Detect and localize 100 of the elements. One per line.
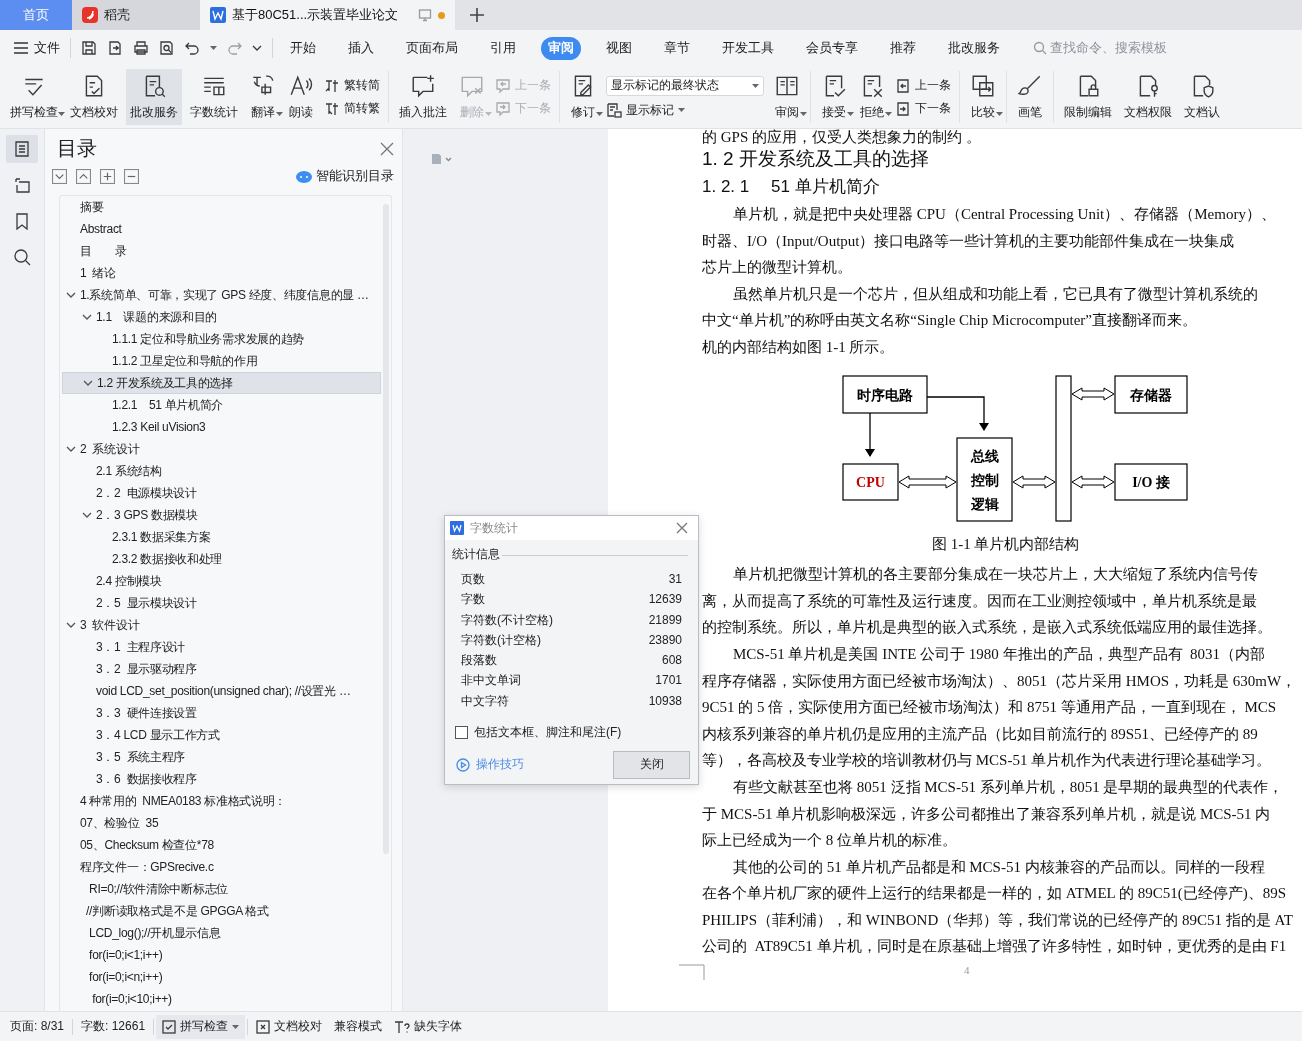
outline-item[interactable]: 1.1 课题的来源和目的 xyxy=(62,306,381,328)
ribbon-tab[interactable]: 章节 xyxy=(657,36,697,60)
plus-icon[interactable] xyxy=(100,169,115,184)
ribbon-button[interactable]: 文档认 xyxy=(1180,69,1224,125)
checkbox[interactable] xyxy=(455,725,468,739)
ribbon-tab[interactable]: 会员专享 xyxy=(799,36,865,60)
outline-item[interactable]: 3．6 数据接收程序 xyxy=(62,768,381,790)
outline-item[interactable]: 4 种常用的 NMEA0183 标准格式说明： xyxy=(62,790,381,812)
status-button[interactable]: 文档校对 xyxy=(250,1014,329,1039)
outline-item[interactable]: 2.3.1 数据采集方案 xyxy=(62,526,381,548)
monitor-icon[interactable] xyxy=(418,8,432,22)
outline-item[interactable]: for(i=0;i<1;i++) xyxy=(62,944,381,966)
caret-icon[interactable] xyxy=(58,112,65,116)
ribbon-button[interactable]: 字数统计 xyxy=(186,69,242,125)
outline-item[interactable]: 2．2 电源模块设计 xyxy=(62,482,381,504)
ribbon-button[interactable]: 拼写检查 xyxy=(6,69,62,125)
search-field[interactable]: 查找命令、搜索模板 xyxy=(1033,41,1200,55)
caret-icon[interactable] xyxy=(800,112,807,116)
caret-icon[interactable] xyxy=(596,112,603,116)
ribbon-tab[interactable]: 批改服务 xyxy=(941,36,1007,60)
status-button[interactable]: 缺失字体 xyxy=(388,1014,469,1039)
outline-item[interactable]: 07、检验位 35 xyxy=(62,812,381,834)
caret-icon[interactable] xyxy=(276,112,283,116)
outline-item[interactable]: 3 软件设计 xyxy=(62,614,381,636)
caret-icon[interactable] xyxy=(752,83,759,88)
print-icon[interactable] xyxy=(133,40,149,56)
outline-item[interactable]: 目 录 xyxy=(62,240,381,262)
add-tab-icon[interactable] xyxy=(469,7,485,23)
outline-item[interactable]: 3．2 显示驱动程序 xyxy=(62,658,381,680)
ribbon-button[interactable]: 插入批注 xyxy=(395,69,451,125)
smart-toc-button[interactable]: 智能识别目录 xyxy=(296,168,394,185)
outline-item[interactable]: 2．3 GPS 数据模块 xyxy=(62,504,381,526)
ribbon-tab[interactable]: 视图 xyxy=(599,36,639,60)
print-preview-icon[interactable] xyxy=(159,40,175,56)
close-icon[interactable] xyxy=(380,141,394,156)
ribbon-button[interactable]: 限制编辑 xyxy=(1060,69,1116,125)
collapse-all-icon[interactable] xyxy=(76,169,91,184)
ribbon-tab[interactable]: 推荐 xyxy=(883,36,923,60)
outline-item[interactable]: for(i=0;i<10;i++) xyxy=(62,988,381,1010)
outline-item[interactable]: 2.1 系统结构 xyxy=(62,460,381,482)
chevron-down-icon[interactable] xyxy=(66,444,76,454)
outline-item[interactable]: 1.2.3 Keil uVision3 xyxy=(62,416,381,438)
outline-item[interactable]: 1.1.2 卫星定位和导航的作用 xyxy=(62,350,381,372)
ribbon-button[interactable]: 拒绝 xyxy=(855,69,889,125)
caret-icon[interactable] xyxy=(210,46,217,50)
outline-item[interactable]: 1.2.1 51 单片机简介 xyxy=(62,394,381,416)
chevron-down-icon[interactable] xyxy=(83,378,93,388)
caret-icon[interactable] xyxy=(847,112,854,116)
undo-icon[interactable] xyxy=(185,41,200,55)
outline-item[interactable]: RI=0;//软件清除中断标志位 xyxy=(62,878,381,900)
markup-dropdown[interactable]: 显示标记的最终状态 xyxy=(606,75,764,96)
ribbon-button[interactable]: 修订 xyxy=(566,69,600,125)
ribbon-button[interactable]: 繁转简 xyxy=(324,77,380,94)
ribbon-tab[interactable]: 开始 xyxy=(283,36,323,60)
outline-item[interactable]: 05、Checksum 检查位*78 xyxy=(62,834,381,856)
outline-item[interactable]: Abstract xyxy=(62,218,381,240)
outline-item[interactable]: 3．3 硬件连接设置 xyxy=(62,702,381,724)
ribbon-tab[interactable]: 插入 xyxy=(341,36,381,60)
ribbon-button[interactable]: 审阅 xyxy=(770,69,804,125)
outline-item[interactable]: 3．1 主程序设计 xyxy=(62,636,381,658)
chevron-down-icon[interactable] xyxy=(66,290,76,300)
ribbon-button[interactable]: 简转繁 xyxy=(324,100,380,117)
ribbon-tab[interactable]: 页面布局 xyxy=(399,36,465,60)
outline-item[interactable]: LCD_log();//开机显示信息 xyxy=(62,922,381,944)
ribbon-button[interactable]: 画笔 xyxy=(1013,69,1047,125)
outline-item[interactable]: 2.3.2 数据接收和处理 xyxy=(62,548,381,570)
outline-item[interactable]: 程序文件一：GPSrecive.c xyxy=(62,856,381,878)
ribbon-button[interactable]: 朗读 xyxy=(284,69,318,125)
outline-item[interactable]: 1.系统简单、可靠，实现了 GPS 经度、纬度信息的显 … xyxy=(62,284,381,306)
caret-icon[interactable] xyxy=(996,112,1003,116)
ribbon-tab[interactable]: 引用 xyxy=(483,36,523,60)
ribbon-button[interactable]: 接受 xyxy=(817,69,851,125)
ribbon-button[interactable]: 显示标记 xyxy=(606,101,764,119)
outline-item[interactable]: for(i=0;i<n;i++) xyxy=(62,966,381,988)
status-button[interactable]: 拼写检查 xyxy=(156,1014,246,1039)
document-tab[interactable]: 稻壳 xyxy=(72,0,200,30)
sidebar-tab[interactable] xyxy=(6,135,38,163)
ribbon-button[interactable]: 文档权限 xyxy=(1120,69,1176,125)
ribbon-button[interactable]: 翻译 xyxy=(246,69,280,125)
chevron-down-icon[interactable] xyxy=(66,620,76,630)
minus-icon[interactable] xyxy=(124,169,139,184)
chevron-down-icon[interactable] xyxy=(82,312,92,322)
outline-item[interactable]: void LCD_set_position(unsigned char); //设置光 … xyxy=(62,680,381,702)
chevron-down-icon[interactable] xyxy=(82,510,92,520)
caret-icon[interactable] xyxy=(885,112,892,116)
ribbon-button[interactable]: 比较 xyxy=(966,69,1000,125)
outline-item[interactable]: 2．5 显示模块设计 xyxy=(62,592,381,614)
ribbon-tab[interactable]: 开发工具 xyxy=(715,36,781,60)
ribbon-button[interactable]: 下一条 xyxy=(895,100,951,117)
close-icon[interactable] xyxy=(676,522,688,534)
save-icon[interactable] xyxy=(81,40,97,56)
caret-icon[interactable] xyxy=(678,108,685,112)
more-icon[interactable] xyxy=(252,44,262,52)
export-icon[interactable] xyxy=(107,40,123,56)
ribbon-button[interactable]: 文档校对 xyxy=(66,69,122,125)
expand-all-icon[interactable] xyxy=(52,169,67,184)
outline-item[interactable]: 3．4 LCD 显示工作方式 xyxy=(62,724,381,746)
close-button[interactable]: 关闭 xyxy=(613,750,690,779)
outline-item[interactable]: 1.2 开发系统及工具的选择 xyxy=(62,372,381,394)
ribbon-button[interactable]: 上一条 xyxy=(895,77,951,94)
